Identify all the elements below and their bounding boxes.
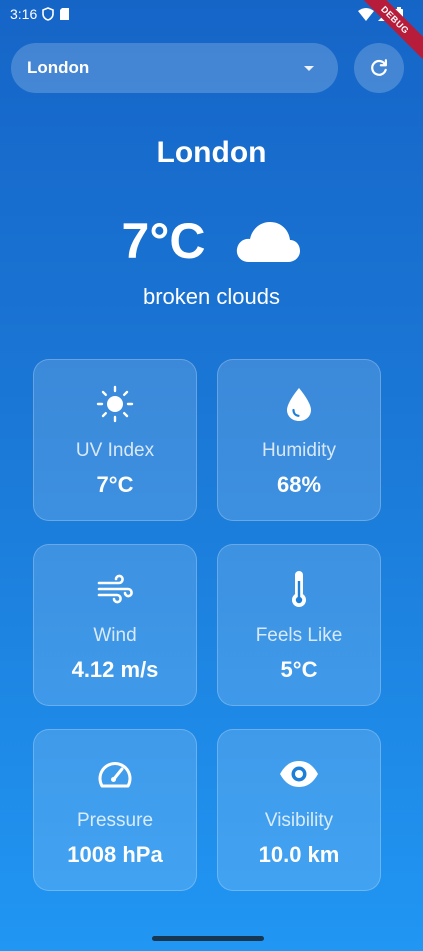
status-bar: 3:16 DEBUG (0, 0, 423, 62)
temperature-value: 7°C (121, 213, 206, 269)
weather-description: broken clouds (143, 284, 280, 309)
uv-index-value: 7°C (96, 472, 134, 497)
wind-label: Wind (93, 625, 137, 646)
home-indicator[interactable] (152, 936, 264, 941)
dropdown-arrow-icon (304, 65, 314, 71)
city-title: London (156, 136, 267, 169)
pressure-card: Pressure 1008 hPa (33, 729, 197, 891)
visibility-label: Visibility (264, 810, 334, 831)
eye-icon (218, 754, 380, 794)
uv-index-label: UV Index (75, 440, 155, 461)
uv-index-card: UV Index 7°C (33, 359, 197, 521)
pressure-value: 1008 hPa (67, 842, 163, 867)
status-time: 3:16 (10, 6, 38, 22)
status-left: 3:16 (10, 6, 70, 22)
humidity-card: Humidity 68% (217, 359, 381, 521)
shield-icon (42, 7, 55, 21)
refresh-button[interactable] (354, 43, 404, 93)
water-drop-icon (218, 384, 380, 424)
wind-value: 4.12 m/s (71, 657, 159, 682)
speedometer-icon (34, 754, 196, 794)
thermometer-icon (218, 569, 380, 609)
sim-card-icon (60, 8, 70, 20)
visibility-card: Visibility 10.0 km (217, 729, 381, 891)
wifi-icon (358, 7, 374, 21)
pressure-label: Pressure (76, 810, 154, 831)
feels-like-value: 5°C (280, 657, 318, 682)
sun-icon (34, 384, 196, 424)
temperature-row: 7°C (0, 208, 423, 274)
wind-icon (34, 569, 196, 609)
humidity-value: 68% (276, 472, 322, 497)
city-dropdown[interactable]: London (11, 43, 338, 93)
visibility-value: 10.0 km (258, 842, 340, 867)
feels-like-card: Feels Like 5°C (217, 544, 381, 706)
city-dropdown-value: London (27, 58, 90, 77)
feels-like-label: Feels Like (255, 625, 343, 646)
refresh-icon (371, 59, 387, 76)
humidity-label: Humidity (262, 440, 336, 461)
wind-card: Wind 4.12 m/s (33, 544, 197, 706)
cloud-icon (237, 222, 301, 262)
